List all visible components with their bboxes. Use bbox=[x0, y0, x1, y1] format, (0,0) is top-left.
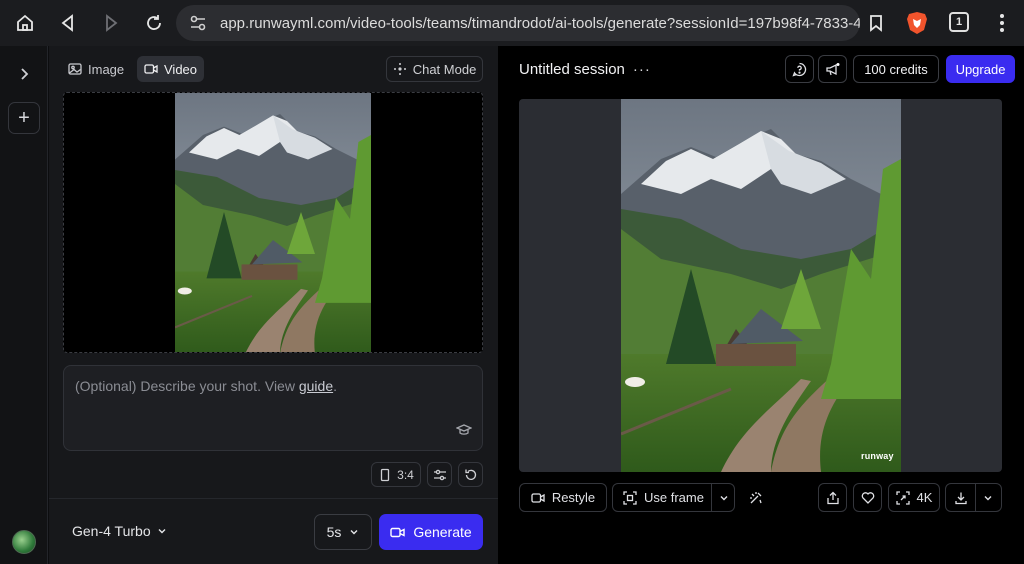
split-divider bbox=[975, 484, 976, 511]
use-frame-button[interactable]: Use frame bbox=[612, 483, 735, 512]
graduation-cap-icon[interactable] bbox=[456, 422, 472, 438]
prompt-placeholder-suffix: . bbox=[333, 378, 337, 394]
share-button[interactable] bbox=[818, 483, 847, 512]
video-icon bbox=[531, 492, 545, 503]
input-image bbox=[175, 93, 371, 352]
credits-badge[interactable]: 100 credits bbox=[853, 55, 939, 83]
megaphone-icon bbox=[826, 62, 840, 75]
reset-icon bbox=[464, 469, 476, 480]
url-text[interactable]: app.runwayml.com/video-tools/teams/timan… bbox=[220, 15, 860, 32]
video-icon bbox=[144, 64, 158, 74]
chevron-right-icon[interactable] bbox=[14, 64, 34, 84]
aspect-ratio-button[interactable]: 3:4 bbox=[371, 462, 421, 487]
chevron-down-icon bbox=[158, 529, 166, 534]
help-button[interactable] bbox=[785, 55, 814, 83]
tab-image[interactable]: Image bbox=[61, 56, 131, 82]
output-video-frame[interactable] bbox=[621, 99, 901, 472]
browser-toolbar: app.runwayml.com/video-tools/teams/timan… bbox=[0, 0, 1024, 46]
plus-icon: + bbox=[18, 106, 30, 129]
upscale-icon bbox=[895, 490, 910, 505]
forward-icon[interactable] bbox=[97, 9, 125, 37]
duration-label: 5s bbox=[326, 524, 342, 540]
heart-icon bbox=[861, 491, 874, 504]
sliders-icon bbox=[433, 469, 446, 480]
chevron-down-icon[interactable] bbox=[983, 493, 993, 503]
session-title[interactable]: Untitled session ··· bbox=[519, 61, 651, 78]
upgrade-button[interactable]: Upgrade bbox=[946, 55, 1015, 83]
download-button[interactable] bbox=[945, 483, 1002, 512]
home-icon[interactable] bbox=[11, 9, 39, 37]
site-settings-icon[interactable] bbox=[188, 13, 208, 33]
portrait-ratio-icon bbox=[381, 468, 390, 481]
input-image-dropzone[interactable] bbox=[63, 92, 483, 353]
reload-icon[interactable] bbox=[140, 9, 168, 37]
favorite-button[interactable] bbox=[853, 483, 882, 512]
video-icon bbox=[390, 527, 406, 537]
panel-footer: Gen-4 Turbo 5s Generate bbox=[49, 498, 498, 564]
duration-select[interactable]: 5s bbox=[314, 514, 372, 550]
tab-video-label: Video bbox=[164, 61, 198, 77]
help-chat-icon bbox=[792, 62, 807, 77]
chat-mode-label: Chat Mode bbox=[412, 61, 477, 77]
generate-button[interactable]: Generate bbox=[379, 514, 483, 550]
sparkle-icon bbox=[393, 63, 406, 75]
restyle-label: Restyle bbox=[551, 490, 596, 505]
magic-wand-icon bbox=[749, 491, 762, 503]
reset-button[interactable] bbox=[458, 462, 483, 487]
settings-button[interactable] bbox=[427, 462, 452, 487]
upscale-label: 4K bbox=[916, 490, 933, 505]
output-stage: Untitled session ··· 100 credits Upgrade… bbox=[498, 46, 1024, 564]
upscale-4k-button[interactable]: 4K bbox=[888, 483, 940, 512]
generate-label: Generate bbox=[413, 524, 472, 540]
model-select[interactable]: Gen-4 Turbo bbox=[72, 523, 167, 539]
magic-tools-button[interactable] bbox=[741, 483, 770, 512]
generation-panel: Image Video Chat Mode (Optional) Describ… bbox=[49, 46, 498, 564]
tab-image-label: Image bbox=[88, 61, 125, 77]
browser-menu-icon[interactable] bbox=[992, 12, 1012, 34]
restyle-button[interactable]: Restyle bbox=[519, 483, 607, 512]
bookmark-icon[interactable] bbox=[862, 9, 890, 37]
address-bar[interactable]: app.runwayml.com/video-tools/teams/timan… bbox=[176, 5, 860, 41]
download-icon bbox=[955, 492, 967, 504]
output-preview[interactable]: runway bbox=[519, 99, 1002, 472]
left-rail: + bbox=[0, 46, 48, 564]
tab-count-button[interactable]: 1 bbox=[949, 12, 969, 32]
prompt-placeholder[interactable]: (Optional) Describe your shot. View guid… bbox=[75, 378, 337, 394]
session-title-text: Untitled session bbox=[519, 61, 625, 78]
use-frame-label: Use frame bbox=[644, 490, 704, 505]
new-session-button[interactable]: + bbox=[8, 102, 40, 134]
chat-mode-button[interactable]: Chat Mode bbox=[386, 56, 483, 82]
tab-video[interactable]: Video bbox=[137, 56, 205, 82]
image-icon bbox=[68, 63, 82, 75]
chevron-down-icon[interactable] bbox=[719, 493, 729, 503]
runway-watermark: runway bbox=[861, 451, 894, 461]
frame-capture-icon bbox=[623, 490, 637, 505]
chevron-down-icon bbox=[350, 530, 358, 535]
more-options-icon[interactable]: ··· bbox=[633, 61, 651, 78]
prompt-textarea[interactable]: (Optional) Describe your shot. View guid… bbox=[63, 365, 483, 451]
share-icon bbox=[826, 491, 839, 504]
announcements-button[interactable] bbox=[818, 55, 847, 83]
back-icon[interactable] bbox=[54, 9, 82, 37]
model-label: Gen-4 Turbo bbox=[72, 523, 151, 539]
avatar[interactable] bbox=[12, 530, 36, 554]
prompt-placeholder-text: (Optional) Describe your shot. View bbox=[75, 378, 299, 394]
split-divider bbox=[710, 484, 712, 511]
aspect-ratio-label: 3:4 bbox=[397, 467, 414, 482]
brave-shield-icon[interactable] bbox=[906, 11, 928, 35]
guide-link[interactable]: guide bbox=[299, 378, 333, 394]
